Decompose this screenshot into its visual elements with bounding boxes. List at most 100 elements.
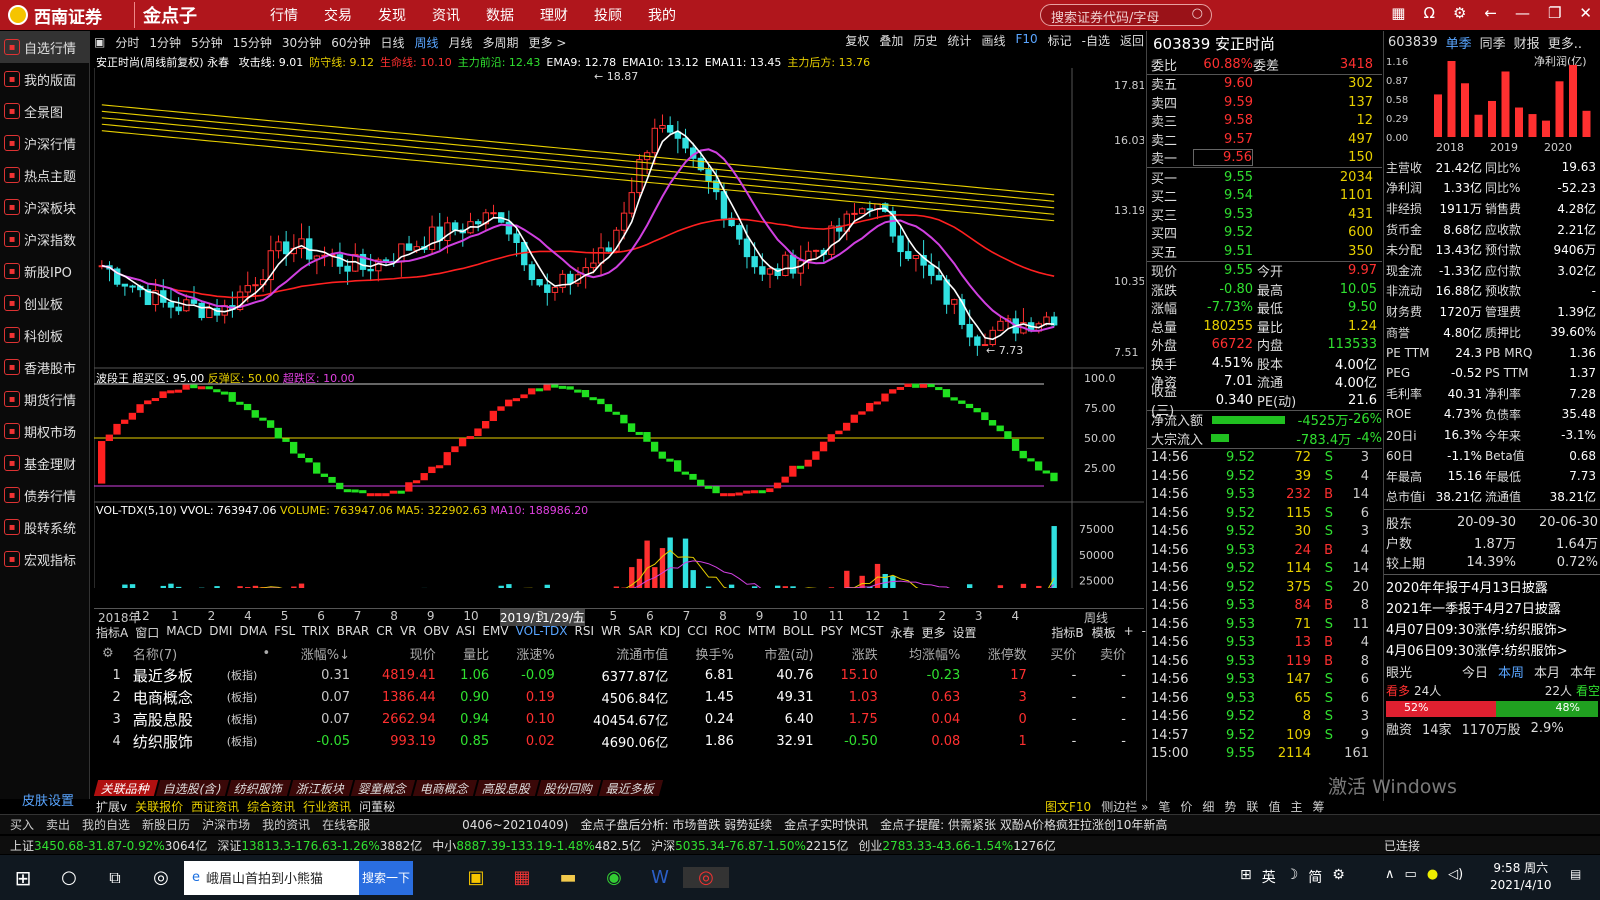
chart-tool-button[interactable]: 标记: [1048, 32, 1072, 49]
period-tab[interactable]: 5分钟: [191, 34, 223, 51]
indicator-tab[interactable]: SAR: [628, 624, 652, 642]
menu-item[interactable]: 理财: [527, 5, 581, 25]
bull-bar[interactable]: 52%: [1386, 701, 1497, 718]
sidebar-item[interactable]: ▪ 基金理财: [0, 447, 89, 479]
indicator-tab[interactable]: OBV: [424, 624, 450, 642]
bottom-link[interactable]: 行业资讯: [303, 798, 351, 814]
indicator-tab[interactable]: 设置: [953, 624, 977, 642]
sidebar-item[interactable]: ▪ 期货行情: [0, 383, 89, 415]
indicator-tab[interactable]: 更多: [922, 624, 946, 642]
index-ticker[interactable]: 沪深5035.34-76.87-1.50%2215亿: [651, 837, 848, 854]
sidebar-item[interactable]: ▪ 香港股市: [0, 351, 89, 383]
column-header[interactable]: 量比: [442, 642, 495, 664]
bottom-tool[interactable]: 图文F10: [1045, 798, 1091, 814]
chart-tool-button[interactable]: F10: [1015, 32, 1037, 49]
fin-tab[interactable]: 同季: [1480, 33, 1506, 52]
table-row[interactable]: 3 高股息股 (板指) 0.07 2662.94 0.94 0.10 40454.67亿 0.2…: [96, 708, 1132, 730]
search-input[interactable]: 搜索证券代码/字母 ○: [1040, 4, 1212, 26]
period-tab[interactable]: 更多 >: [529, 34, 567, 51]
bottom-tab[interactable]: 浙江板块: [289, 780, 354, 796]
indicator-tab[interactable]: DMA: [239, 624, 267, 642]
sidebar-item[interactable]: ▪ 科创板: [0, 319, 89, 351]
column-header[interactable]: •: [221, 642, 277, 664]
bottom-link[interactable]: 扩展v: [96, 798, 127, 814]
ime-grid-icon[interactable]: ⊞: [1240, 867, 1252, 887]
notice-link[interactable]: 2021年一季报于4月27日披露: [1384, 598, 1600, 619]
fin-tab[interactable]: 更多..: [1548, 33, 1582, 52]
skin-settings-link[interactable]: 皮肤设置: [0, 790, 90, 809]
indicator-tab[interactable]: RSI: [575, 624, 595, 642]
coin-icon[interactable]: ●: [1427, 867, 1438, 882]
sidebar-item[interactable]: ▪ 全景图: [0, 95, 89, 127]
status-item[interactable]: 0406~20210409): [462, 818, 568, 832]
column-header[interactable]: 名称(7): [127, 642, 221, 664]
indicator-tab[interactable]: KDJ: [660, 624, 681, 642]
notice-link[interactable]: 2020年年报于4月13日披露: [1384, 577, 1600, 598]
chart-tool-button[interactable]: -自选: [1082, 32, 1110, 49]
notice-link[interactable]: 4月06日09:30涨停:纺织服饰>: [1384, 640, 1600, 661]
indicator-b-tab[interactable]: +: [1124, 624, 1134, 642]
menu-item[interactable]: 资讯: [419, 5, 473, 25]
indicator-tab[interactable]: PSY: [821, 624, 843, 642]
period-tab[interactable]: 1分钟: [149, 34, 181, 51]
bottom-link[interactable]: 西证资讯: [191, 798, 239, 814]
fin-tab[interactable]: 单季: [1446, 33, 1472, 52]
indicator-tab[interactable]: EMV: [482, 624, 508, 642]
windows-start-icon[interactable]: ⊞: [0, 866, 46, 890]
menu-item[interactable]: 我的: [635, 5, 689, 25]
status-item[interactable]: 沪深市场: [202, 816, 250, 833]
indicator-tab[interactable]: MTM: [748, 624, 776, 642]
app-grid-icon[interactable]: ▦: [499, 867, 545, 888]
indicator-tab[interactable]: TRIX: [302, 624, 329, 642]
notice-link[interactable]: 4月07日09:30涨停:纺织服饰>: [1384, 619, 1600, 640]
period-tab[interactable]: 日线: [380, 34, 404, 51]
bottom-link[interactable]: 综合资讯: [247, 798, 295, 814]
column-header[interactable]: 卖价: [1082, 642, 1132, 664]
gear-icon[interactable]: ⚙: [1453, 4, 1466, 22]
sidebar-item[interactable]: ▪ 新股IPO: [0, 255, 89, 287]
status-item[interactable]: 买入: [10, 816, 34, 833]
folder-icon[interactable]: ▬: [545, 867, 591, 888]
status-item[interactable]: 新股日历: [142, 816, 190, 833]
net-profit-chart[interactable]: 净利润(亿) 1.16 0.87 0.58 0.29 0.00 2018 2019 2020: [1384, 53, 1600, 154]
period-tab[interactable]: 30分钟: [282, 34, 321, 51]
cortana-icon[interactable]: ○: [46, 867, 92, 888]
chart-tool-button[interactable]: 统计: [947, 32, 971, 49]
notification-icon[interactable]: ▤: [1570, 867, 1581, 881]
bottom-tab[interactable]: 高股息股: [475, 780, 540, 796]
indicator-tab[interactable]: WR: [601, 624, 621, 642]
browser-icon[interactable]: ◉: [591, 867, 637, 888]
sidebar-item[interactable]: ▪ 债券行情: [0, 479, 89, 511]
column-header[interactable]: 现价: [356, 642, 442, 664]
column-header[interactable]: 涨幅%↓: [276, 642, 356, 664]
status-item[interactable]: 卖出: [46, 816, 70, 833]
period-tab[interactable]: 多周期: [483, 34, 519, 51]
index-ticker[interactable]: 中小8887.39-133.19-1.48%482.5亿: [432, 837, 641, 854]
index-ticker[interactable]: 深证13813.3-176.63-1.26%3882亿: [217, 837, 422, 854]
indicator-b-tab[interactable]: 指标B: [1051, 624, 1083, 642]
close-icon[interactable]: ✕: [1579, 4, 1592, 22]
menu-item[interactable]: 数据: [473, 5, 527, 25]
word-icon[interactable]: W: [637, 867, 683, 888]
trading-app-icon[interactable]: ◎: [683, 867, 729, 888]
table-row[interactable]: 1 最近多板 (板指) 0.31 4819.41 1.06 -0.09 6377.87亿 6.8…: [96, 664, 1132, 686]
period-tab[interactable]: 分时: [115, 34, 139, 51]
bottom-tab[interactable]: 自选股(含): [155, 780, 230, 796]
bottom-tab[interactable]: 婴童概念: [351, 780, 416, 796]
period-tab[interactable]: 60分钟: [331, 34, 370, 51]
bottom-tool[interactable]: 侧边栏 »: [1101, 798, 1148, 814]
column-header[interactable]: 涨速%: [495, 642, 561, 664]
indicator-tab[interactable]: CR: [376, 624, 393, 642]
back-icon[interactable]: ←: [1484, 4, 1497, 22]
indicator-tab[interactable]: DMI: [209, 624, 232, 642]
indicator-tab[interactable]: MACD: [166, 624, 202, 642]
app-icon[interactable]: ◎: [138, 867, 184, 888]
bottom-tab[interactable]: 最近多板: [599, 780, 664, 796]
indicator-tab[interactable]: FSL: [274, 624, 295, 642]
sidebar-item[interactable]: ▪ 沪深行情: [0, 127, 89, 159]
period-tab[interactable]: 周线: [415, 34, 439, 51]
sidebar-item[interactable]: ▪ 自选行情: [0, 31, 89, 63]
sidebar-item[interactable]: ▪ 我的版面: [0, 63, 89, 95]
clock[interactable]: 9:58 周六 2021/4/10: [1490, 860, 1552, 894]
search-icon[interactable]: ○: [1192, 6, 1203, 21]
